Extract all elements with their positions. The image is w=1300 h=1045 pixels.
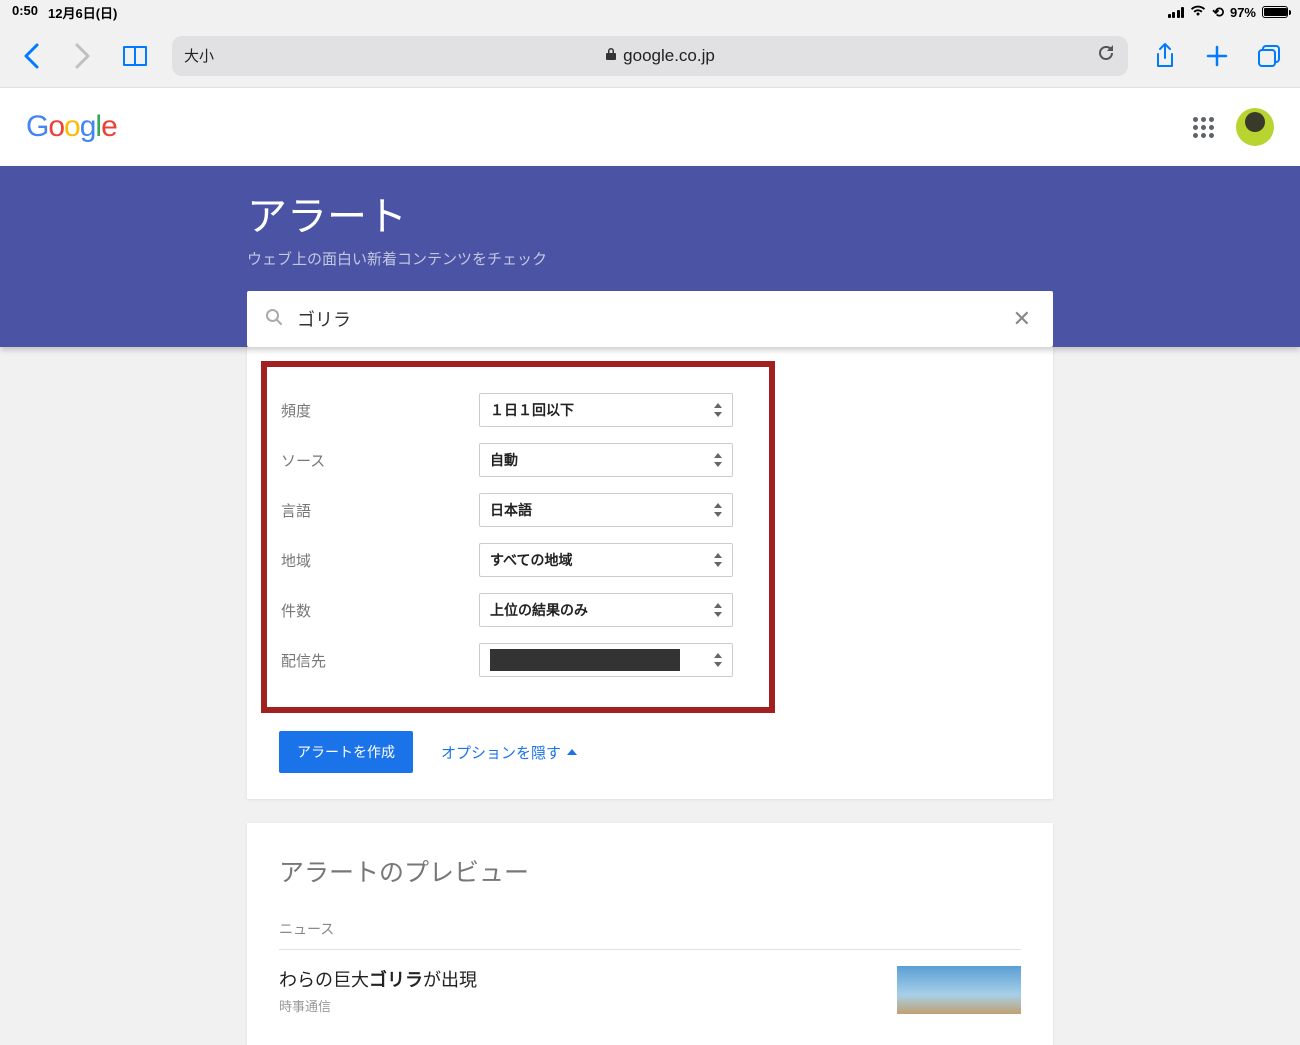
option-row-region: 地域 すべての地域 <box>281 543 755 577</box>
source-select[interactable]: 自動 <box>479 443 733 477</box>
option-label: 件数 <box>281 600 479 621</box>
ipad-status-bar: 0:50 12月6日(日) ⟲ 97% <box>0 0 1300 24</box>
create-alert-button[interactable]: アラートを作成 <box>279 731 413 773</box>
chevron-updown-icon <box>714 453 722 467</box>
status-date: 12月6日(日) <box>48 3 117 22</box>
option-label: 配信先 <box>281 650 479 671</box>
deliver-to-select[interactable] <box>479 643 733 677</box>
option-row-language: 言語 日本語 <box>281 493 755 527</box>
page-title: アラート <box>247 184 1053 242</box>
reload-button[interactable] <box>1096 43 1116 68</box>
option-row-count: 件数 上位の結果のみ <box>281 593 755 627</box>
rotation-lock-icon: ⟲ <box>1212 4 1224 21</box>
back-button[interactable] <box>16 41 46 71</box>
bookmarks-button[interactable] <box>120 41 150 71</box>
share-button[interactable] <box>1150 41 1180 71</box>
options-highlight-box: 頻度 １日１回以下 ソース 自動 言語 日本語 地域 すべての地域 件数 上位の… <box>261 361 775 713</box>
account-avatar[interactable] <box>1236 108 1274 146</box>
preview-card: アラートのプレビュー ニュース わらの巨大ゴリラが出現 時事通信 <box>247 823 1053 1045</box>
chevron-updown-icon <box>714 403 722 417</box>
chevron-updown-icon <box>714 603 722 617</box>
alert-search-box[interactable]: ✕ <box>247 291 1053 347</box>
battery-icon <box>1262 6 1288 18</box>
option-row-deliver: 配信先 <box>281 643 755 677</box>
wifi-icon <box>1190 5 1206 20</box>
clear-button[interactable]: ✕ <box>1009 302 1035 336</box>
language-select[interactable]: 日本語 <box>479 493 733 527</box>
options-card: 頻度 １日１回以下 ソース 自動 言語 日本語 地域 すべての地域 件数 上位の… <box>247 347 1053 799</box>
text-size-control[interactable]: 大小 <box>184 45 224 66</box>
google-logo[interactable]: Google <box>26 110 117 144</box>
region-select[interactable]: すべての地域 <box>479 543 733 577</box>
option-label: 地域 <box>281 550 479 571</box>
lock-icon <box>605 47 617 64</box>
option-label: ソース <box>281 450 479 471</box>
option-row-frequency: 頻度 １日１回以下 <box>281 393 755 427</box>
search-icon <box>265 308 283 331</box>
option-label: 言語 <box>281 500 479 521</box>
alerts-hero: アラート ウェブ上の面白い新着コンテンツをチェック ✕ <box>0 166 1300 347</box>
page-subtitle: ウェブ上の面白い新着コンテンツをチェック <box>247 248 1053 269</box>
option-row-source: ソース 自動 <box>281 443 755 477</box>
signal-icon <box>1168 7 1185 18</box>
option-label: 頻度 <box>281 400 479 421</box>
count-select[interactable]: 上位の結果のみ <box>479 593 733 627</box>
forward-button[interactable] <box>68 41 98 71</box>
google-apps-icon[interactable] <box>1193 117 1214 138</box>
battery-percent: 97% <box>1230 5 1256 20</box>
preview-title: アラートのプレビュー <box>279 853 1021 889</box>
chevron-updown-icon <box>714 653 722 667</box>
safari-toolbar: 大小 google.co.jp <box>0 24 1300 88</box>
hide-options-link[interactable]: オプションを隠す <box>441 742 577 763</box>
triangle-up-icon <box>567 749 577 755</box>
status-time: 0:50 <box>12 3 38 22</box>
url-bar[interactable]: 大小 google.co.jp <box>172 36 1128 76</box>
news-item[interactable]: わらの巨大ゴリラが出現 時事通信 <box>279 966 1021 1015</box>
preview-section-label: ニュース <box>279 919 1021 950</box>
news-headline: わらの巨大ゴリラが出現 <box>279 966 477 992</box>
news-source: 時事通信 <box>279 996 477 1015</box>
new-tab-button[interactable] <box>1202 41 1232 71</box>
frequency-select[interactable]: １日１回以下 <box>479 393 733 427</box>
chevron-updown-icon <box>714 553 722 567</box>
url-domain: google.co.jp <box>623 46 715 66</box>
tabs-button[interactable] <box>1254 41 1284 71</box>
alert-query-input[interactable] <box>297 309 1009 330</box>
google-header: Google <box>0 88 1300 166</box>
chevron-updown-icon <box>714 503 722 517</box>
news-thumbnail <box>897 966 1021 1014</box>
